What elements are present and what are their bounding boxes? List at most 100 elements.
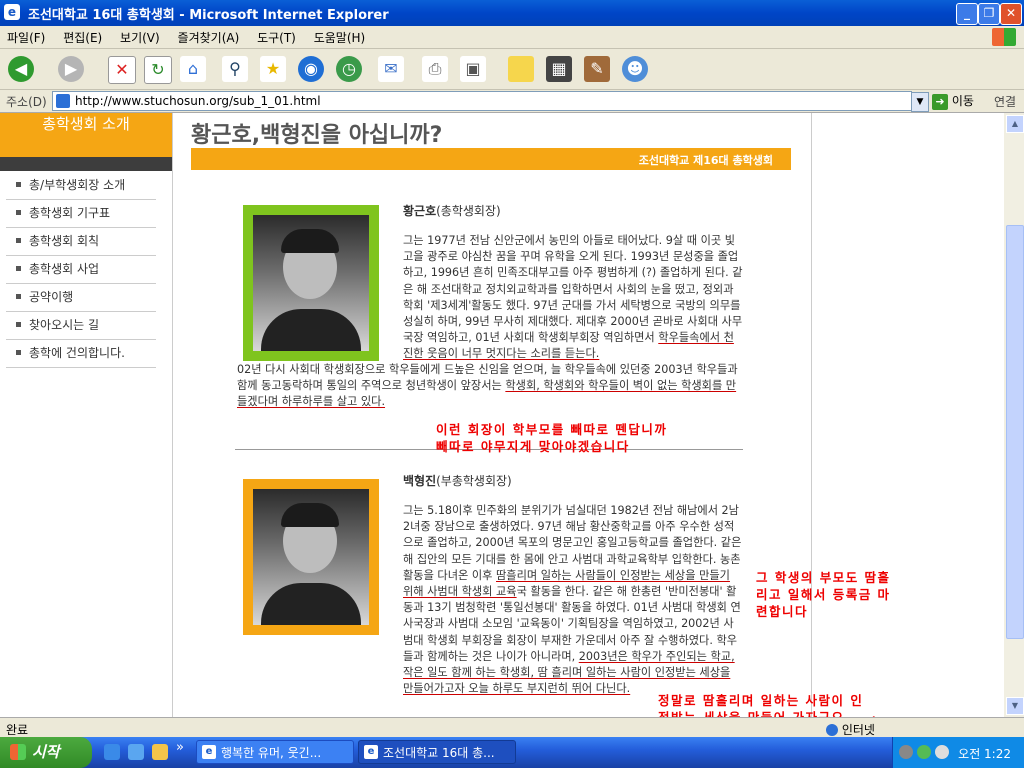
vice-president-bio-top: 그는 5.18이후 민주화의 분위기가 넘실대던 1982년 전남 해남에서 2… — [403, 503, 743, 697]
taskbar-item[interactable]: e 행복한 유머, 웃긴... — [196, 740, 354, 764]
bullet-icon — [16, 322, 21, 327]
photo-hair — [281, 229, 339, 253]
quicklaunch-chevron-icon[interactable]: » — [176, 740, 184, 755]
scroll-thumb[interactable] — [1006, 225, 1024, 639]
sidebar-item-label: 총학에 건의합니다. — [29, 346, 125, 360]
minimize-button[interactable]: _ — [956, 3, 978, 25]
menu-file[interactable]: 파일(F) — [0, 26, 52, 49]
bullet-icon — [16, 266, 21, 271]
start-label: 시작 — [32, 743, 60, 761]
media-icon[interactable]: ◉ — [298, 56, 324, 82]
sidebar-item[interactable]: 총학에 건의합니다. — [6, 340, 156, 368]
forward-icon[interactable]: ▶ — [58, 56, 84, 82]
vice-president-name: 백형진(부총학생회장) — [403, 472, 512, 489]
print-icon[interactable]: ⎙ — [422, 56, 448, 82]
page-favicon-icon — [56, 94, 70, 108]
toolbar: ◀ ▶ ✕ ↻ ⌂ ⚲ ★ ◉ ◷ ✉ ⎙ ▣ ▦ ✎ ☻ — [0, 49, 1024, 90]
sidebar-item[interactable]: 총학생회 기구표 — [6, 200, 156, 228]
vertical-scrollbar[interactable]: ▲ ▼ — [1004, 113, 1024, 717]
contacts-icon[interactable]: ☻ — [622, 56, 648, 82]
bullet-icon — [16, 294, 21, 299]
address-field[interactable] — [52, 91, 912, 111]
zone-label: 인터넷 — [841, 723, 875, 737]
tray-icon[interactable] — [917, 745, 931, 759]
president-photo — [243, 205, 379, 361]
vice-president-photo-inner — [253, 489, 369, 625]
address-input[interactable] — [73, 93, 897, 109]
sidebar-item-label: 총학생회 기구표 — [29, 206, 111, 220]
vice-president-role: (부총학생회장) — [436, 474, 512, 488]
mail-icon[interactable]: ✉ — [378, 56, 404, 82]
address-label: 주소(D) — [6, 95, 47, 109]
title-banner: 조선대학교 제16대 총학생회 — [191, 148, 791, 170]
history-icon[interactable]: ◷ — [336, 56, 362, 82]
president-photo-inner — [253, 215, 369, 351]
bullet-icon — [16, 210, 21, 215]
stop-icon[interactable]: ✕ — [108, 56, 136, 84]
menu-edit[interactable]: 편집(E) — [56, 26, 109, 49]
sidebar-divider — [0, 157, 172, 171]
menu-view[interactable]: 보기(V) — [113, 26, 167, 49]
menu-help[interactable]: 도움말(H) — [307, 26, 373, 49]
sidebar-item[interactable]: 총학생회 회칙 — [6, 228, 156, 256]
status-bar: 완료 인터넷 — [0, 717, 1024, 738]
ie-task-icon: e — [202, 745, 216, 759]
sidebar-item-label: 찾아오시는 길 — [29, 318, 100, 332]
go-button[interactable]: ➜ 이동 — [932, 92, 974, 110]
quicklaunch-desktop-icon[interactable] — [128, 744, 144, 760]
internet-zone: 인터넷 — [826, 721, 875, 738]
refresh-icon[interactable]: ↻ — [144, 56, 172, 84]
restore-button[interactable]: ❐ — [978, 3, 1000, 25]
vice-president-photo — [243, 479, 379, 635]
discuss-icon[interactable] — [508, 56, 534, 82]
photo-suit — [261, 309, 361, 351]
president-bio-a: 그는 1977년 전남 신안군에서 농민의 아들로 태어났다. 9살 때 이곳 … — [403, 234, 743, 345]
sidebar-item-label: 총/부학생회장 소개 — [29, 178, 126, 192]
scroll-down-icon[interactable]: ▼ — [1006, 697, 1024, 715]
volume-icon[interactable] — [935, 745, 949, 759]
president-bio-top: 그는 1977년 전남 신안군에서 농민의 아들로 태어났다. 9살 때 이곳 … — [403, 233, 743, 363]
taskbar-item-label: 조선대학교 16대 총... — [383, 746, 495, 760]
menu-favorites[interactable]: 즐겨찾기(A) — [171, 26, 247, 49]
annotation-second: 그 학생의 부모도 땀흘 리고 일해서 등록금 마 련합니다 — [756, 570, 891, 619]
sidebar-item[interactable]: 공약이행 — [6, 284, 156, 312]
banner-text: 조선대학교 제16대 총학생회 — [638, 154, 773, 167]
president-name: 황근호(총학생회장) — [403, 202, 501, 219]
taskbar: 시작 » e 행복한 유머, 웃긴... e 조선대학교 16대 총... 오전 1… — [0, 737, 1024, 768]
bullet-icon — [16, 238, 21, 243]
edit-icon[interactable]: ▣ — [460, 56, 486, 82]
go-label: 이동 — [951, 94, 974, 108]
back-icon[interactable]: ◀ — [8, 56, 34, 82]
taskbar-item-active[interactable]: e 조선대학교 16대 총... — [358, 740, 516, 764]
sidebar: 총학생회 소개 총/부학생회장 소개 총학생회 기구표 총학생회 회칙 총학생회… — [0, 113, 172, 717]
windows-flag-icon — [10, 744, 26, 760]
messenger-icon[interactable]: ✎ — [584, 56, 610, 82]
research-icon[interactable]: ▦ — [546, 56, 572, 82]
sidebar-item-label: 총학생회 사업 — [29, 262, 100, 276]
taskbar-item-label: 행복한 유머, 웃긴... — [221, 746, 322, 760]
sidebar-item[interactable]: 찾아오시는 길 — [6, 312, 156, 340]
links-label[interactable]: 연결 — [994, 93, 1016, 110]
annotation-third: 정말로 땀흘리며 일하는 사람이 인 정받는 세상을 만들어 가자구요 -_-; — [658, 693, 876, 717]
start-button[interactable]: 시작 — [0, 737, 92, 768]
menu-tools[interactable]: 도구(T) — [250, 26, 303, 49]
scroll-up-icon[interactable]: ▲ — [1006, 115, 1024, 133]
sidebar-item[interactable]: 총학생회 사업 — [6, 256, 156, 284]
title-bar: e 조선대학교 16대 총학생회 - Microsoft Internet Ex… — [0, 0, 1024, 26]
tray-icon[interactable] — [899, 745, 913, 759]
president-name-text: 황근호 — [403, 204, 437, 218]
search-icon[interactable]: ⚲ — [222, 56, 248, 82]
photo-suit — [261, 583, 361, 625]
quicklaunch-ie-icon[interactable] — [104, 744, 120, 760]
close-button[interactable]: ✕ — [1000, 3, 1022, 25]
system-tray: 오전 1:22 — [892, 737, 1024, 768]
home-icon[interactable]: ⌂ — [180, 56, 206, 82]
address-dropdown-icon[interactable]: ▼ — [911, 92, 929, 112]
window-title: 조선대학교 16대 총학생회 - Microsoft Internet Expl… — [28, 8, 389, 23]
photo-hair — [281, 503, 339, 527]
quicklaunch-folder-icon[interactable] — [152, 744, 168, 760]
sidebar-item[interactable]: 총/부학생회장 소개 — [6, 172, 156, 200]
favorites-icon[interactable]: ★ — [260, 56, 286, 82]
ie-icon: e — [4, 4, 20, 20]
sidebar-item-label: 총학생회 회칙 — [29, 234, 100, 248]
